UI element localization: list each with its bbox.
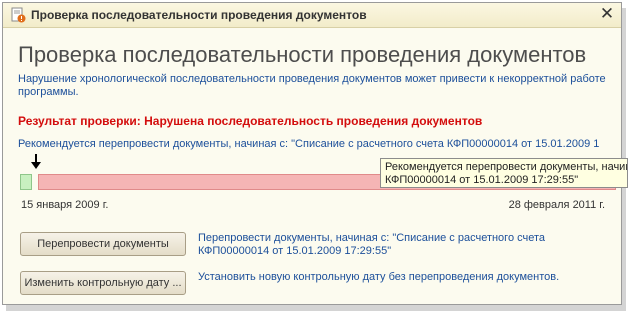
- repost-documents-button[interactable]: Перепровести документы: [20, 232, 186, 256]
- document-warning-icon: [11, 7, 26, 23]
- recommendation-tooltip: Рекомендуется перепровести документы, на…: [380, 158, 628, 188]
- repost-description: Перепровести документы, начиная с: "Спис…: [198, 232, 546, 257]
- timeline-start-date: 15 января 2009 г.: [21, 199, 109, 211]
- window-title: Проверка последовательности проведения д…: [31, 8, 367, 22]
- check-result: Результат проверки: Нарушена последовате…: [18, 114, 483, 128]
- timeline-end-date: 28 февраля 2011 г.: [508, 199, 605, 211]
- tooltip-line-1: Рекомендуется перепровести документы, на…: [385, 161, 628, 173]
- change-date-description: Установить новую контрольную дату без пе…: [198, 271, 560, 283]
- title-bar[interactable]: Проверка последовательности проведения д…: [3, 3, 621, 28]
- close-icon[interactable]: ✕: [598, 4, 616, 24]
- tooltip-line-2: КФП00000014 от 15.01.2009 17:29:55": [385, 174, 579, 186]
- dialog-window: Проверка последовательности проведения д…: [2, 2, 628, 305]
- change-control-date-button[interactable]: Изменить контрольную дату ...: [20, 271, 186, 295]
- recommendation-link[interactable]: Рекомендуется перепровести документы, на…: [18, 138, 618, 150]
- arrow-down-icon: [31, 154, 41, 169]
- description-text: Нарушение хронологической последовательн…: [18, 73, 606, 98]
- page-title: Проверка последовательности проведения д…: [18, 42, 587, 67]
- timeline-ok-segment: [20, 174, 32, 190]
